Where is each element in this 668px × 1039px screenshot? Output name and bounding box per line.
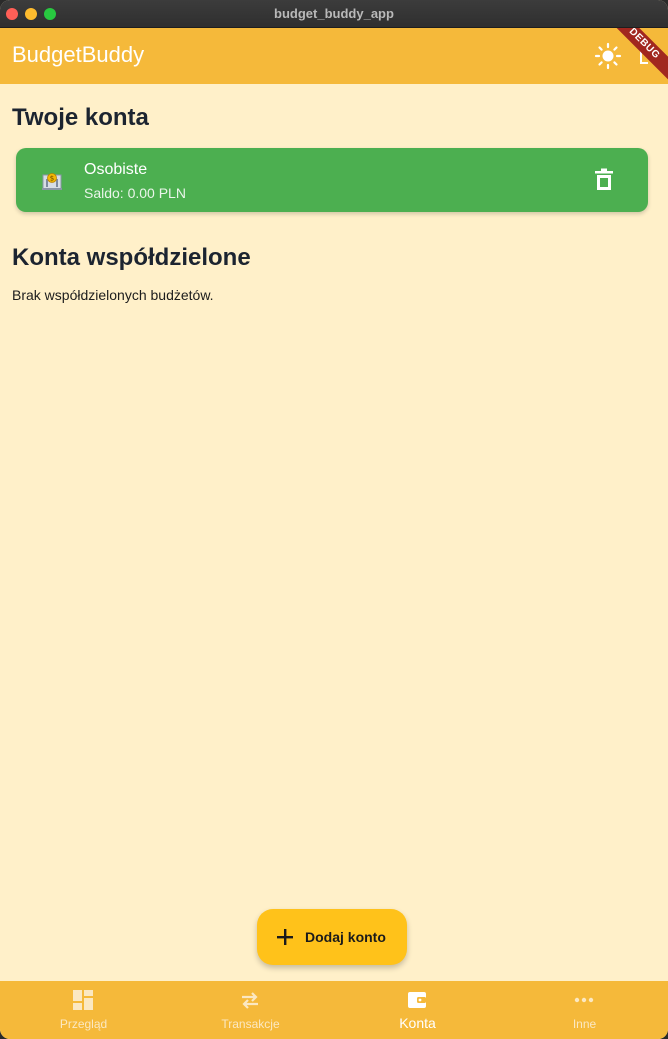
svg-text:$: $ bbox=[50, 175, 54, 183]
nav-item-more[interactable]: Inne bbox=[501, 981, 668, 1039]
sun-icon[interactable] bbox=[594, 42, 622, 70]
wallet-icon bbox=[408, 992, 426, 1008]
title-bar: budget_buddy_app bbox=[0, 0, 668, 28]
account-balance: Saldo: 0.00 PLN bbox=[84, 185, 186, 201]
own-accounts-title: Twoje konta bbox=[12, 104, 149, 131]
add-account-button[interactable]: Dodaj konto bbox=[257, 909, 407, 965]
account-card[interactable]: $ Osobiste Saldo: 0.00 PLN bbox=[16, 148, 648, 212]
bank-icon: $ bbox=[42, 173, 62, 190]
nav-label-transactions: Transakcje bbox=[221, 1017, 280, 1031]
nav-label-accounts: Konta bbox=[399, 1015, 436, 1031]
shared-empty-message: Brak współdzielonych budżetów. bbox=[12, 287, 214, 303]
app-title: BudgetBuddy bbox=[12, 42, 145, 67]
bottom-navigation: Przegląd Transakcje Konta Inne bbox=[0, 981, 668, 1039]
delete-icon[interactable] bbox=[594, 168, 614, 192]
nav-item-overview[interactable]: Przegląd bbox=[0, 981, 167, 1039]
app-window: budget_buddy_app BudgetBuddy DEBUG Twoje… bbox=[0, 0, 668, 1039]
dashboard-icon bbox=[73, 990, 93, 1010]
plus-icon bbox=[277, 929, 293, 945]
app-bar: BudgetBuddy DEBUG bbox=[0, 28, 668, 84]
add-account-label: Dodaj konto bbox=[305, 929, 386, 945]
accounts-screen: Twoje konta $ Osobiste Saldo: 0.00 PLN K… bbox=[0, 84, 668, 981]
more-icon bbox=[574, 997, 594, 1003]
swap-icon bbox=[242, 992, 258, 1009]
window-title: budget_buddy_app bbox=[274, 6, 394, 21]
nav-item-transactions[interactable]: Transakcje bbox=[167, 981, 334, 1039]
nav-label-more: Inne bbox=[572, 1017, 597, 1031]
nav-item-accounts[interactable]: Konta bbox=[334, 981, 501, 1039]
shared-accounts-title: Konta współdzielone bbox=[12, 244, 251, 271]
account-name: Osobiste bbox=[84, 161, 148, 178]
nav-label-overview: Przegląd bbox=[59, 1017, 108, 1031]
